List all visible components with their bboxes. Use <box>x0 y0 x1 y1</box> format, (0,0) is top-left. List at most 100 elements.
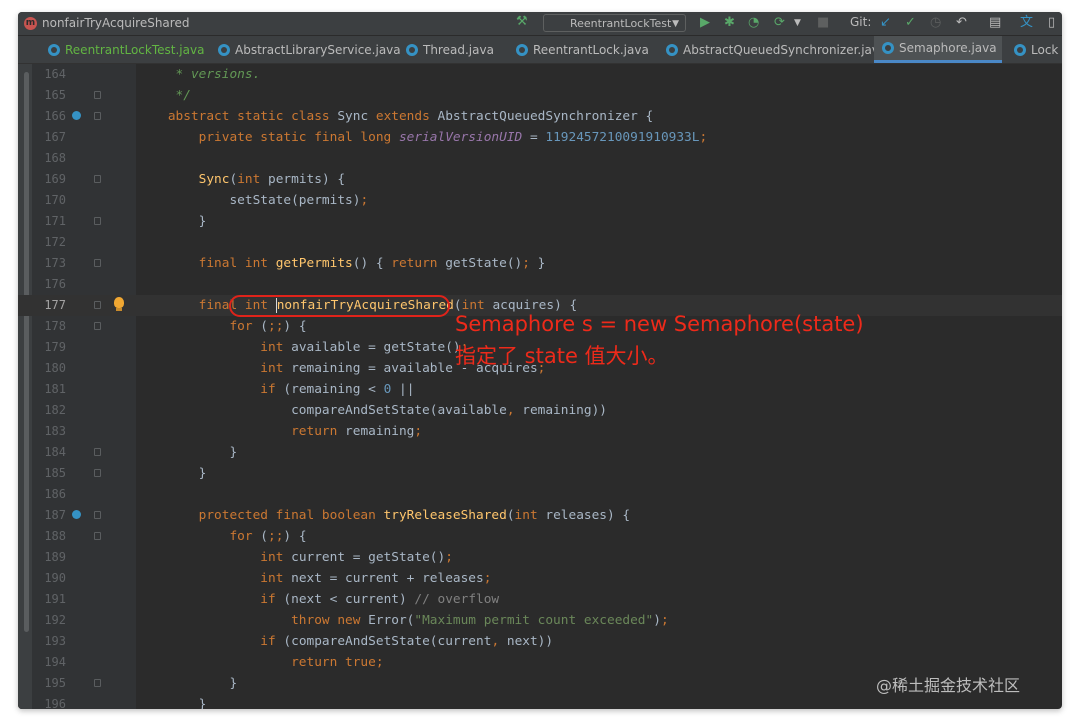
chevron-down-icon[interactable]: ▼ <box>794 15 801 31</box>
line-number: 176 <box>44 277 66 291</box>
line-number: 186 <box>44 487 66 501</box>
code-text: return true; <box>291 655 384 670</box>
highlight-ellipse <box>229 295 450 317</box>
fold-icon[interactable] <box>94 91 101 99</box>
line-number: 164 <box>44 67 66 81</box>
tab-label: Thread.java <box>423 42 494 57</box>
code-line: 164 * versions. <box>18 64 1062 85</box>
code-line: 186 <box>18 484 1062 505</box>
tab-label: Lock <box>1031 42 1059 57</box>
line-number: 196 <box>44 697 66 709</box>
class-icon <box>1014 43 1026 56</box>
code-text: Sync(int permits) { <box>198 172 346 187</box>
run-icon[interactable]: ▶ <box>700 15 710 31</box>
line-number: 194 <box>44 655 66 669</box>
code-line: 185 } <box>18 463 1062 484</box>
fold-icon[interactable] <box>94 679 101 687</box>
title-bar: m nonfairTryAcquireShared ⚒ ReentrantLoc… <box>18 12 1062 36</box>
window-icon[interactable]: ▯ <box>1048 15 1055 31</box>
git-commit-icon[interactable]: ✓ <box>905 15 916 31</box>
class-icon <box>516 43 528 56</box>
lightbulb-icon[interactable] <box>114 297 124 308</box>
fold-icon[interactable] <box>94 259 101 267</box>
tab-abstractlibraryservice[interactable]: AbstractLibraryService.java <box>210 36 401 63</box>
tab-semaphore[interactable]: Semaphore.java <box>874 36 1002 63</box>
hammer-icon[interactable]: ⚒ <box>516 14 528 29</box>
lightbulb-base <box>116 308 122 311</box>
project-structure-icon[interactable]: ▤ <box>989 15 1001 31</box>
ide-window: m nonfairTryAcquireShared ⚒ ReentrantLoc… <box>18 12 1062 709</box>
implemented-icon[interactable] <box>72 111 81 120</box>
fold-icon[interactable] <box>94 217 101 225</box>
line-number: 166 <box>44 109 66 123</box>
line-number: 165 <box>44 88 66 102</box>
code-text: protected final boolean tryReleaseShared… <box>198 508 631 523</box>
code-line: 190 int next = current + releases; <box>18 568 1062 589</box>
tab-label: ReentrantLock.java <box>533 42 649 57</box>
line-number: 182 <box>44 403 66 417</box>
override-icon[interactable] <box>72 510 81 519</box>
fold-icon[interactable] <box>94 469 101 477</box>
line-number: 179 <box>44 340 66 354</box>
breadcrumb[interactable]: m nonfairTryAcquireShared <box>24 15 189 31</box>
tab-reentrantlock[interactable]: ReentrantLock.java <box>508 36 658 63</box>
line-number: 187 <box>44 508 66 522</box>
class-icon <box>218 43 230 56</box>
debug-icon[interactable]: ✱ <box>724 15 735 31</box>
fold-icon[interactable] <box>94 448 101 456</box>
tab-thread[interactable]: Thread.java <box>398 36 508 63</box>
class-icon <box>882 42 894 54</box>
coverage-icon[interactable]: ◔ <box>748 15 759 31</box>
code-text: } <box>137 466 207 481</box>
code-text: if (compareAndSetState(current, next)) <box>260 634 554 649</box>
run-configuration-select[interactable]: ReentrantLockTest ▼ <box>543 14 686 32</box>
profile-icon[interactable]: ⟳ <box>774 15 785 31</box>
code-text: int next = current + releases; <box>260 571 492 586</box>
tab-label: ReentrantLockTest.java <box>65 42 205 57</box>
code-line: 187 protected final boolean tryReleaseSh… <box>18 505 1062 526</box>
fold-icon[interactable] <box>94 532 101 540</box>
code-text: if (remaining < 0 || <box>260 382 415 397</box>
line-number: 169 <box>44 172 66 186</box>
stop-icon[interactable]: ■ <box>817 15 829 31</box>
line-number: 190 <box>44 571 66 585</box>
code-line: 191 if (next < current) // overflow <box>18 589 1062 610</box>
fold-icon[interactable] <box>94 322 101 330</box>
code-text: setState(permits); <box>137 193 369 208</box>
code-line: 193 if (compareAndSetState(current, next… <box>18 631 1062 652</box>
line-number: 167 <box>44 130 66 144</box>
code-line: 181 if (remaining < 0 || <box>18 379 1062 400</box>
tab-lock[interactable]: Lock <box>1006 36 1062 63</box>
translate-icon[interactable]: 文 <box>1020 15 1033 31</box>
code-text: for (;;) { <box>229 319 307 334</box>
editor-tab-bar: ReentrantLockTest.java AbstractLibrarySe… <box>18 36 1062 64</box>
code-line: 172 <box>18 232 1062 253</box>
git-update-icon[interactable]: ↙ <box>880 15 891 31</box>
fold-icon[interactable] <box>94 175 101 183</box>
code-text: compareAndSetState(available, remaining)… <box>137 403 607 418</box>
annotation-line-1: Semaphore s = new Semaphore(state) <box>455 312 864 336</box>
tab-abstractqueuedsynchronizer[interactable]: AbstractQueuedSynchronizer.java <box>658 36 886 63</box>
fold-icon[interactable] <box>94 511 101 519</box>
code-line: 176 <box>18 274 1062 295</box>
fold-icon[interactable] <box>94 301 101 309</box>
code-text: if (next < current) // overflow <box>260 592 500 607</box>
code-text: */ <box>175 88 191 103</box>
fold-icon[interactable] <box>94 112 101 120</box>
code-text: for (;;) { <box>229 529 307 544</box>
code-line: 194 return true; <box>18 652 1062 673</box>
history-icon[interactable]: ◷ <box>930 15 941 31</box>
rollback-icon[interactable]: ↶ <box>956 15 967 31</box>
code-text: * versions. <box>175 67 261 82</box>
class-icon <box>666 43 678 56</box>
chevron-down-icon: ▼ <box>672 19 679 29</box>
annotation-line-2: 指定了 state 值大小。 <box>455 344 669 368</box>
line-number: 189 <box>44 550 66 564</box>
line-number: 168 <box>44 151 66 165</box>
tab-reentrantlocktest[interactable]: ReentrantLockTest.java <box>40 36 210 63</box>
code-text: } <box>137 697 207 709</box>
line-number: 173 <box>44 256 66 270</box>
code-line: 165 */ <box>18 85 1062 106</box>
git-label: Git: <box>850 15 872 29</box>
line-number: 181 <box>44 382 66 396</box>
